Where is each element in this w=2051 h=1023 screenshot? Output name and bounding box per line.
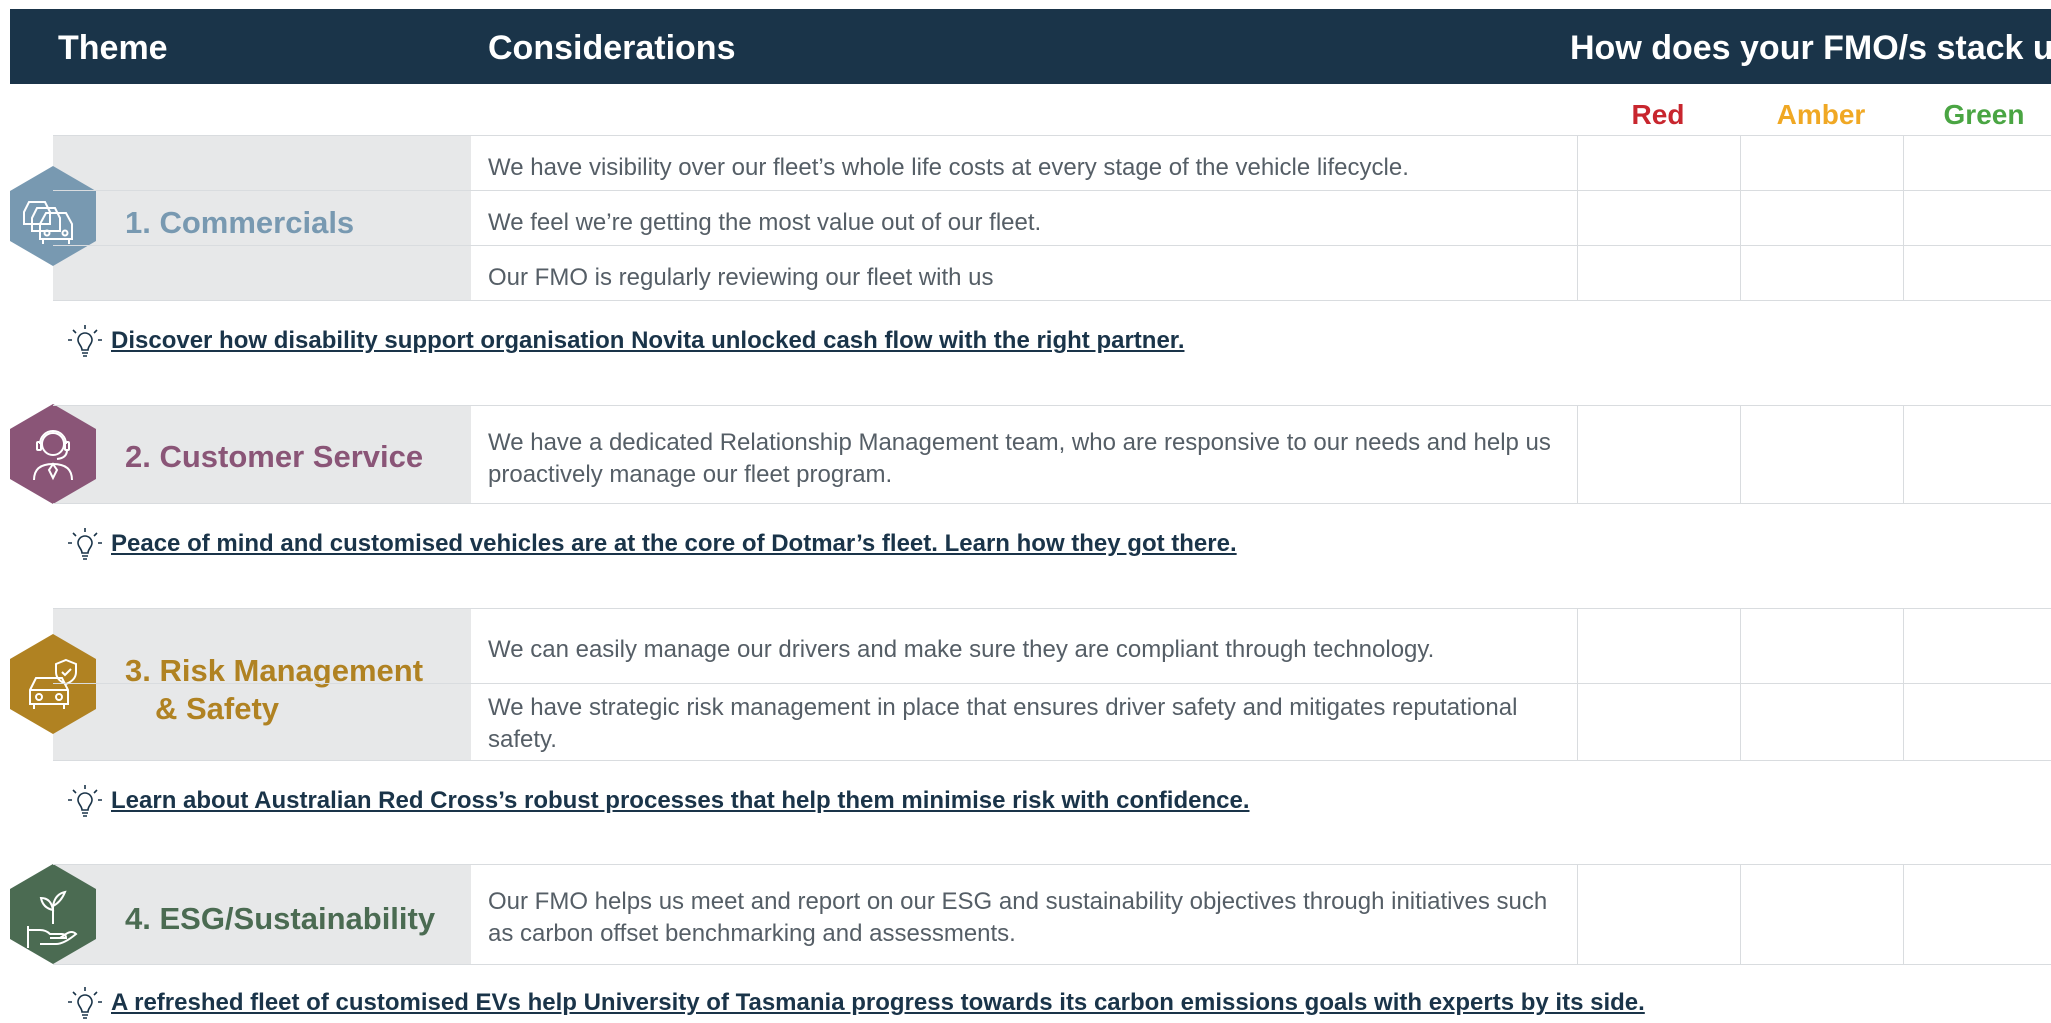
rag-cell-divider <box>1903 405 1904 503</box>
headset-agent-icon <box>10 404 96 504</box>
case-study-link-dotmar[interactable]: Peace of mind and customised vehicles ar… <box>111 530 1237 558</box>
theme-label-line1: 3. Risk Management <box>125 653 424 688</box>
rag-cell-divider <box>1577 864 1578 964</box>
row-divider <box>53 245 2051 246</box>
case-study-link-utas[interactable]: A refreshed fleet of customised EVs help… <box>111 989 1645 1017</box>
consideration-text: We have strategic risk management in pla… <box>488 694 1518 753</box>
rag-amber-label: Amber <box>1776 99 1866 130</box>
rag-cell-divider <box>1577 405 1578 503</box>
rag-green-label: Green <box>1943 99 2025 130</box>
row-divider <box>53 300 2051 301</box>
header-theme: Theme <box>58 29 168 67</box>
header-considerations: Considerations <box>488 29 736 67</box>
consideration-text: We have visibility over our fleet’s whol… <box>488 154 1409 181</box>
rag-red-label: Red <box>1631 99 1685 130</box>
row-divider <box>53 964 2051 965</box>
rag-cell-divider <box>1740 135 1741 300</box>
consideration-text: Our FMO helps us meet and report on our … <box>488 888 1548 947</box>
rag-cell-divider <box>1903 864 1904 964</box>
theme-label: 2. Customer Service <box>125 439 424 474</box>
rag-cell-divider <box>1740 405 1741 503</box>
lightbulb-icon <box>68 528 102 560</box>
rag-cell-divider <box>1577 608 1578 760</box>
header-stack-up: How does your FMO/s stack up? <box>1570 29 2051 67</box>
case-study-link-red-cross[interactable]: Learn about Australian Red Cross’s robus… <box>111 787 1250 815</box>
theme-label: 1. Commercials <box>125 205 355 240</box>
table-header: Theme Considerations How does your FMO/s… <box>10 9 2051 84</box>
theme-label: 4. ESG/Sustainability <box>125 901 436 936</box>
row-divider <box>53 760 2051 761</box>
rag-cell-divider <box>1903 135 1904 300</box>
consideration-text: We feel we’re getting the most value out… <box>488 209 1042 236</box>
case-study-link-novita[interactable]: Discover how disability support organisa… <box>111 327 1184 355</box>
row-divider <box>53 503 2051 504</box>
consideration-text: We have a dedicated Relationship Managem… <box>488 429 1551 488</box>
row-divider <box>53 405 2051 406</box>
cars-icon <box>10 166 96 266</box>
plant-hand-icon <box>10 864 96 964</box>
consideration-text: We can easily manage our drivers and mak… <box>488 636 1435 663</box>
lightbulb-icon <box>68 325 102 357</box>
row-divider <box>53 190 2051 191</box>
rag-cell-divider <box>1740 864 1741 964</box>
theme-label-line2: & Safety <box>155 691 280 726</box>
rag-cell-divider <box>1577 135 1578 300</box>
car-shield-icon <box>10 634 96 734</box>
lightbulb-icon <box>68 987 102 1019</box>
rag-cell-divider <box>1740 608 1741 760</box>
lightbulb-icon <box>68 785 102 817</box>
row-divider <box>53 608 2051 609</box>
row-divider <box>53 135 2051 136</box>
consideration-text: Our FMO is regularly reviewing our fleet… <box>488 264 994 291</box>
theme-label: 3. Risk Management & Safety <box>125 652 423 728</box>
row-divider <box>53 864 2051 865</box>
row-divider <box>53 683 2051 684</box>
rag-cell-divider <box>1903 608 1904 760</box>
